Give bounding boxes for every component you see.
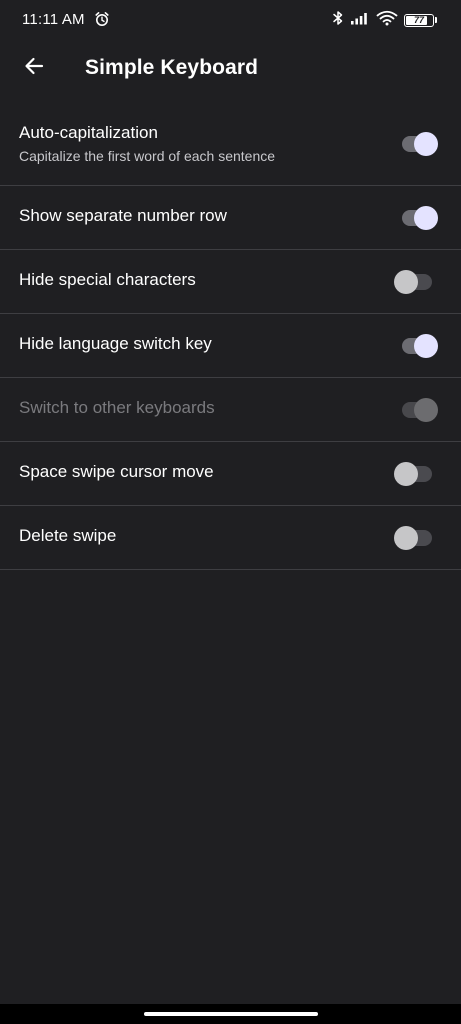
signal-icon [350, 11, 370, 30]
switch-thumb [414, 334, 438, 358]
arrow-left-icon [23, 55, 45, 82]
space-swipe-cursor-move-switch[interactable] [393, 461, 439, 487]
settings-list: Auto-capitalization Capitalize the first… [0, 104, 461, 570]
setting-title: Space swipe cursor move [19, 462, 214, 481]
setting-space-swipe-cursor-move[interactable]: Space swipe cursor move [0, 442, 461, 506]
switch-thumb [394, 270, 418, 294]
setting-title: Hide special characters [19, 270, 196, 289]
setting-switch-to-other-keyboards: Switch to other keyboards [0, 378, 461, 442]
hide-special-characters-switch[interactable] [393, 269, 439, 295]
status-bar: 11:11 AM 77 [0, 0, 461, 40]
app-bar: Simple Keyboard [0, 40, 461, 96]
number-row-switch[interactable] [393, 205, 439, 231]
setting-subtitle: Capitalize the first word of each senten… [19, 148, 276, 164]
setting-number-row[interactable]: Show separate number row [0, 186, 461, 250]
switch-thumb [394, 526, 418, 550]
delete-swipe-switch[interactable] [393, 525, 439, 551]
switch-to-other-keyboards-switch [393, 397, 439, 423]
settings-screen: 11:11 AM 77 Simple Keyboard Auto-capital… [0, 0, 461, 1004]
switch-thumb [414, 398, 438, 422]
page-title: Simple Keyboard [85, 56, 259, 79]
status-time: 11:11 AM [22, 11, 85, 28]
navigation-bar [0, 1004, 461, 1024]
battery-tip [435, 17, 437, 23]
switch-thumb [414, 132, 438, 156]
setting-title: Hide language switch key [19, 334, 212, 353]
status-icons: 77 [332, 10, 437, 31]
setting-title: Show separate number row [19, 206, 227, 225]
alarm-icon [94, 11, 110, 27]
home-indicator[interactable] [144, 1012, 318, 1016]
setting-auto-capitalization[interactable]: Auto-capitalization Capitalize the first… [0, 104, 461, 186]
setting-delete-swipe[interactable]: Delete swipe [0, 506, 461, 570]
back-button[interactable] [14, 48, 54, 88]
setting-hide-special-characters[interactable]: Hide special characters [0, 250, 461, 314]
auto-capitalization-switch[interactable] [393, 131, 439, 157]
battery-icon: 77 [404, 13, 434, 27]
battery-level: 77 [413, 15, 424, 25]
setting-title: Delete swipe [19, 526, 117, 545]
switch-thumb [394, 462, 418, 486]
setting-title: Switch to other keyboards [19, 398, 215, 417]
hide-language-switch-key-switch[interactable] [393, 333, 439, 359]
wifi-icon [376, 10, 398, 31]
bluetooth-icon [332, 10, 344, 31]
setting-hide-language-switch-key[interactable]: Hide language switch key [0, 314, 461, 378]
setting-title: Auto-capitalization [19, 123, 158, 142]
switch-thumb [414, 206, 438, 230]
